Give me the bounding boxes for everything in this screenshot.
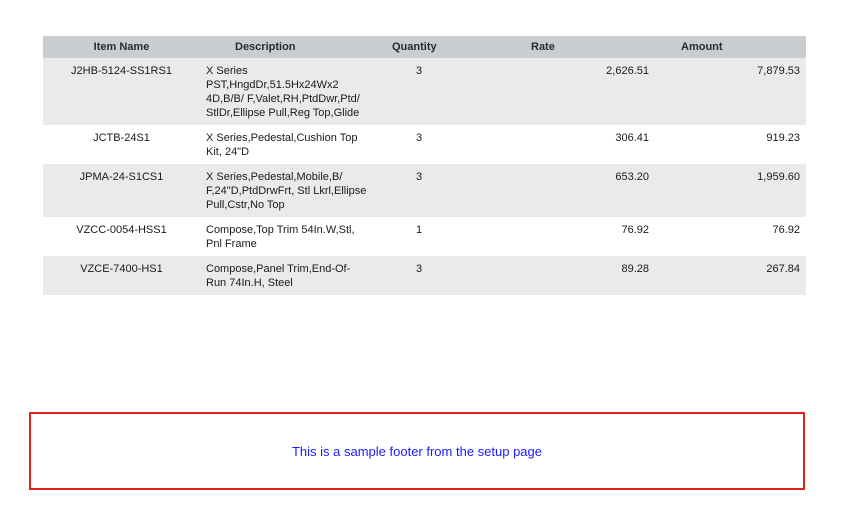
quantity-cell: 3 — [373, 58, 519, 125]
amount-cell: 919.23 — [649, 125, 806, 164]
column-header-amount: Amount — [649, 36, 806, 58]
description-cell: Compose,Top Trim 54In.W,Stl, Pnl Frame — [200, 217, 373, 256]
rate-cell: 76.92 — [519, 217, 649, 256]
quantity-cell: 3 — [373, 256, 519, 295]
amount-cell: 267.84 — [649, 256, 806, 295]
footer-text: This is a sample footer from the setup p… — [291, 443, 542, 459]
description-cell: X Series PST,HngdDr,51.5Hx24Wx2 4D,B/B/ … — [200, 58, 373, 125]
description-cell: Compose,Panel Trim,End-Of-Run 74In.H, St… — [200, 256, 373, 295]
quantity-cell: 1 — [373, 217, 519, 256]
rate-cell: 306.41 — [519, 125, 649, 164]
item-name-cell: J2HB-5124-SS1RS1 — [43, 58, 200, 125]
table-row: J2HB-5124-SS1RS1 X Series PST,HngdDr,51.… — [43, 58, 806, 125]
amount-cell: 7,879.53 — [649, 58, 806, 125]
rate-cell: 653.20 — [519, 164, 649, 217]
column-header-description: Description — [200, 36, 373, 58]
item-name-cell: VZCC-0054-HSS1 — [43, 217, 200, 256]
item-name-cell: VZCE-7400-HS1 — [43, 256, 200, 295]
quantity-cell: 3 — [373, 125, 519, 164]
quantity-cell: 3 — [373, 164, 519, 217]
amount-cell: 76.92 — [649, 217, 806, 256]
table-row: VZCC-0054-HSS1 Compose,Top Trim 54In.W,S… — [43, 217, 806, 256]
item-name-cell: JPMA-24-S1CS1 — [43, 164, 200, 217]
rate-cell: 2,626.51 — [519, 58, 649, 125]
table-row: VZCE-7400-HS1 Compose,Panel Trim,End-Of-… — [43, 256, 806, 295]
item-name-cell: JCTB-24S1 — [43, 125, 200, 164]
description-cell: X Series,Pedestal,Cushion Top Kit, 24"D — [200, 125, 373, 164]
table-row: JPMA-24-S1CS1 X Series,Pedestal,Mobile,B… — [43, 164, 806, 217]
table-row: JCTB-24S1 X Series,Pedestal,Cushion Top … — [43, 125, 806, 164]
table-header-row: Item Name Description Quantity Rate Amou… — [43, 36, 806, 58]
column-header-item-name: Item Name — [43, 36, 200, 58]
amount-cell: 1,959.60 — [649, 164, 806, 217]
line-items-table: Item Name Description Quantity Rate Amou… — [43, 36, 806, 295]
column-header-quantity: Quantity — [373, 36, 519, 58]
column-header-rate: Rate — [519, 36, 649, 58]
description-cell: X Series,Pedestal,Mobile,B/ F,24"D,PtdDr… — [200, 164, 373, 217]
rate-cell: 89.28 — [519, 256, 649, 295]
page-footer: This is a sample footer from the setup p… — [29, 412, 805, 490]
